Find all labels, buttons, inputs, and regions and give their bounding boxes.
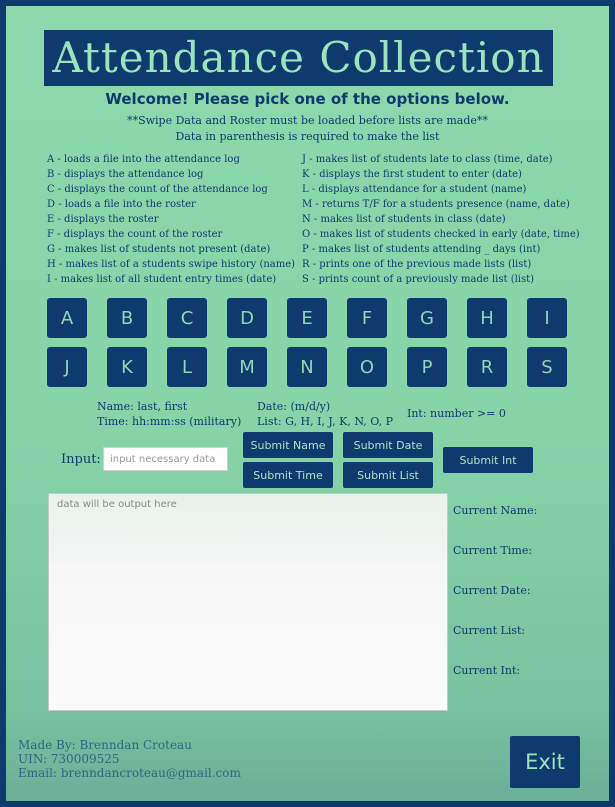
- submit-name-button[interactable]: Submit Name: [243, 432, 333, 458]
- submit-list-button[interactable]: Submit List: [343, 462, 433, 488]
- option-description-left-8: I - makes list of all student entry time…: [47, 274, 277, 285]
- swipe-roster-note: **Swipe Data and Roster must be loaded b…: [127, 114, 488, 127]
- output-textarea[interactable]: data will be output here: [48, 493, 448, 711]
- option-description-left-6: G - makes list of students not present (…: [47, 244, 271, 255]
- option-l-button[interactable]: L: [167, 347, 207, 387]
- option-h-button[interactable]: H: [467, 298, 507, 338]
- option-description-right-4: N - makes list of students in class (dat…: [302, 214, 506, 225]
- option-b-button[interactable]: B: [107, 298, 147, 338]
- option-c-button[interactable]: C: [167, 298, 207, 338]
- parenthesis-note: Data in parenthesis is required to make …: [175, 130, 440, 143]
- current-int-label: Current Int:: [453, 664, 521, 677]
- input-label: Input:: [61, 452, 101, 467]
- option-f-button[interactable]: F: [347, 298, 387, 338]
- name-format-hint: Name: last, first: [97, 400, 188, 413]
- submit-int-button[interactable]: Submit Int: [443, 447, 533, 473]
- option-e-button[interactable]: E: [287, 298, 327, 338]
- made-by-text: Made By: Brenndan Croteau: [18, 738, 192, 752]
- option-description-left-5: F - displays the count of the roster: [47, 229, 223, 240]
- option-k-button[interactable]: K: [107, 347, 147, 387]
- option-j-button[interactable]: J: [47, 347, 87, 387]
- option-description-right-6: P - makes list of students attending _ d…: [302, 244, 541, 255]
- current-date-label: Current Date:: [453, 584, 531, 597]
- option-a-button[interactable]: A: [47, 298, 87, 338]
- option-d-button[interactable]: D: [227, 298, 267, 338]
- email-text: Email: brenndancroteau@gmail.com: [18, 766, 241, 780]
- option-keys-row-1: ABCDEFGHI: [47, 298, 567, 338]
- output-placeholder: data will be output here: [57, 499, 177, 510]
- option-description-left-0: A - loads a file into the attendance log: [47, 154, 240, 165]
- data-input-field[interactable]: [103, 447, 228, 471]
- option-description-right-7: R - prints one of the previous made list…: [302, 259, 532, 270]
- option-r-button[interactable]: R: [467, 347, 507, 387]
- options-list-left: A - loads a file into the attendance log…: [47, 152, 295, 287]
- current-time-label: Current Time:: [453, 544, 533, 557]
- int-format-hint: Int: number >= 0: [407, 407, 506, 420]
- option-description-left-2: C - displays the count of the attendance…: [47, 184, 268, 195]
- uin-text: UIN: 730009525: [18, 752, 120, 766]
- option-description-left-7: H - makes list of a students swipe histo…: [47, 259, 296, 270]
- option-description-left-4: E - displays the roster: [47, 214, 159, 225]
- time-format-hint: Time: hh:mm:ss (military): [97, 415, 242, 428]
- option-description-right-1: K - displays the first student to enter …: [302, 169, 522, 180]
- exit-button[interactable]: Exit: [510, 736, 580, 788]
- option-description-right-3: M - returns T/F for a students presence …: [302, 199, 570, 210]
- app-title: Attendance Collection: [44, 30, 553, 86]
- option-description-right-5: O - makes list of students checked in ea…: [302, 229, 580, 240]
- list-format-hint: List: G, H, I, J, K, N, O, P: [257, 415, 394, 428]
- option-i-button[interactable]: I: [527, 298, 567, 338]
- option-description-right-0: J - makes list of students late to class…: [302, 154, 553, 165]
- option-description-left-1: B - displays the attendance log: [47, 169, 204, 180]
- option-description-left-3: D - loads a file into the roster: [47, 199, 196, 210]
- credits: Made By: Brenndan Croteau UIN: 730009525…: [18, 738, 241, 780]
- current-name-label: Current Name:: [453, 504, 538, 517]
- welcome-message: Welcome! Please pick one of the options …: [105, 90, 510, 108]
- option-g-button[interactable]: G: [407, 298, 447, 338]
- option-n-button[interactable]: N: [287, 347, 327, 387]
- option-keys-row-2: JKLMNOPRS: [47, 347, 567, 387]
- option-s-button[interactable]: S: [527, 347, 567, 387]
- options-list-right: J - makes list of students late to class…: [302, 152, 580, 287]
- option-o-button[interactable]: O: [347, 347, 387, 387]
- option-description-right-8: S - prints count of a previously made li…: [302, 274, 535, 285]
- current-list-label: Current List:: [453, 624, 526, 637]
- option-m-button[interactable]: M: [227, 347, 267, 387]
- submit-time-button[interactable]: Submit Time: [243, 462, 333, 488]
- option-p-button[interactable]: P: [407, 347, 447, 387]
- option-description-right-2: L - displays attendance for a student (n…: [302, 184, 527, 195]
- submit-date-button[interactable]: Submit Date: [343, 432, 433, 458]
- app-window: Attendance Collection Welcome! Please pi…: [6, 6, 609, 801]
- date-format-hint: Date: (m/d/y): [257, 400, 331, 413]
